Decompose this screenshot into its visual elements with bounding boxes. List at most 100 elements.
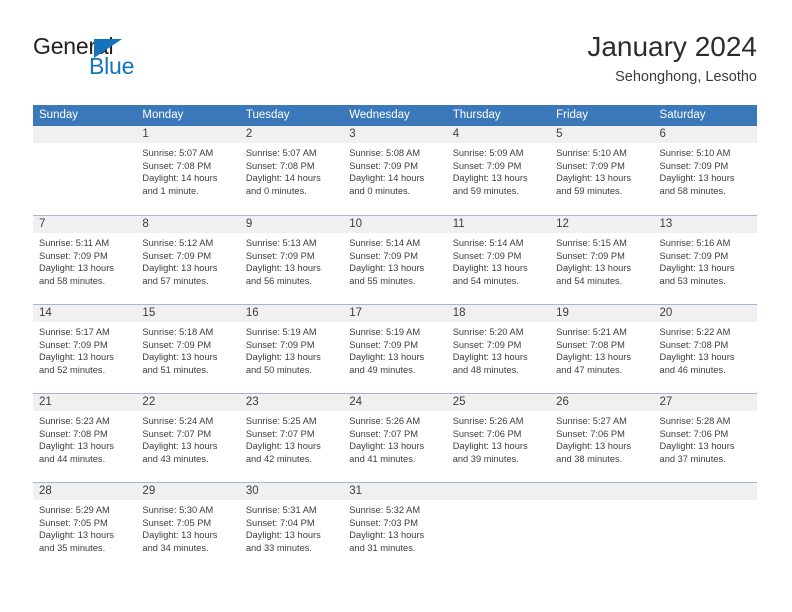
sunrise-text: Sunrise: 5:23 AM <box>39 416 110 426</box>
day-number: 12 <box>550 216 654 233</box>
sunset-text: Sunset: 7:06 PM <box>556 428 625 439</box>
calendar-day-cell[interactable]: 25 Sunrise: 5:26 AM Sunset: 7:06 PM Dayligh… <box>446 394 551 482</box>
sunrise-text: Sunrise: 5:07 AM <box>142 148 214 158</box>
day-number: 23 <box>239 394 344 411</box>
calendar-day-cell[interactable]: 6 Sunrise: 5:10 AM Sunset: 7:09 PM Daylight… <box>653 126 757 215</box>
day-details: Sunrise: 5:30 AM Sunset: 7:05 PM Daylight:… <box>136 500 239 554</box>
calendar-day-cell[interactable]: 27 Sunrise: 5:28 AM Sunset: 7:06 PM Dayligh… <box>653 394 757 482</box>
calendar-day-cell[interactable]: 28 Sunrise: 5:29 AM Sunset: 7:05 PM Dayligh… <box>33 483 137 571</box>
calendar-day-cell[interactable]: 2 Sunrise: 5:07 AM Sunset: 7:08 PM Daylight… <box>239 126 344 215</box>
day-details: Sunrise: 5:25 AM Sunset: 7:07 PM Daylight:… <box>240 411 343 465</box>
sunrise-text: Sunrise: 5:19 AM <box>245 327 317 337</box>
calendar-day-cell[interactable]: 4 Sunrise: 5:09 AM Sunset: 7:09 PM Daylight… <box>446 126 551 215</box>
weekday-sunday: Sunday <box>39 109 79 121</box>
page-title: January 2024 <box>587 31 757 62</box>
calendar-day-cell[interactable]: 3 Sunrise: 5:08 AM Sunset: 7:09 PM Daylight… <box>343 126 447 215</box>
calendar-day-cell[interactable]: 5 Sunrise: 5:10 AM Sunset: 7:09 PM Daylight… <box>550 126 654 215</box>
calendar-day-cell[interactable]: 18 Sunrise: 5:20 AM Sunset: 7:09 PM Dayligh… <box>446 305 551 393</box>
calendar-day-cell[interactable]: 15 Sunrise: 5:18 AM Sunset: 7:09 PM Dayligh… <box>136 305 240 393</box>
day-number: 21 <box>33 394 137 411</box>
calendar-day-cell[interactable]: 1 Sunrise: 5:07 AM Sunset: 7:08 PM Daylight… <box>136 126 240 215</box>
calendar-day-cell[interactable]: 14 Sunrise: 5:17 AM Sunset: 7:09 PM Dayligh… <box>33 305 137 393</box>
daylight-text-line1: Daylight: 13 hours <box>349 352 425 363</box>
day-details: Sunrise: 5:10 AM Sunset: 7:09 PM Daylight:… <box>550 143 653 197</box>
calendar-weeks: 1 Sunrise: 5:07 AM Sunset: 7:08 PM Daylight… <box>33 126 757 571</box>
day-number: 27 <box>653 394 757 411</box>
sunrise-text: Sunrise: 5:09 AM <box>452 148 524 158</box>
logo-text-blue: Blue <box>89 53 135 79</box>
sunset-text: Sunset: 7:09 PM <box>452 160 522 171</box>
calendar-day-cell[interactable]: 23 Sunrise: 5:25 AM Sunset: 7:07 PM Dayligh… <box>239 394 344 482</box>
day-number: 20 <box>653 305 757 322</box>
day-number: 26 <box>550 394 654 411</box>
day-number: 2 <box>239 126 344 143</box>
weekday-thursday: Thursday <box>452 109 501 121</box>
daylight-text-line1: Daylight: 13 hours <box>349 441 425 452</box>
calendar-day-cell[interactable]: 26 Sunrise: 5:27 AM Sunset: 7:06 PM Dayligh… <box>550 394 654 482</box>
day-details: Sunrise: 5:24 AM Sunset: 7:07 PM Daylight:… <box>136 411 239 465</box>
daylight-text-line1: Daylight: 14 hours <box>245 173 321 184</box>
daylight-text-line1: Daylight: 13 hours <box>659 352 735 363</box>
daylight-text-line2: and 38 minutes. <box>556 453 623 464</box>
daylight-text-line1: Daylight: 14 hours <box>142 173 218 184</box>
day-details: Sunrise: 5:17 AM Sunset: 7:09 PM Daylight:… <box>33 322 136 376</box>
day-details: Sunrise: 5:28 AM Sunset: 7:06 PM Daylight:… <box>654 411 757 465</box>
calendar-day-cell[interactable]: 11 Sunrise: 5:14 AM Sunset: 7:09 PM Dayligh… <box>446 216 551 304</box>
sunset-text: Sunset: 7:09 PM <box>245 250 315 261</box>
calendar-day-cell[interactable]: 12 Sunrise: 5:15 AM Sunset: 7:09 PM Dayligh… <box>550 216 654 304</box>
sunset-text: Sunset: 7:09 PM <box>245 339 315 350</box>
weekday-monday: Monday <box>142 109 184 121</box>
weekday-saturday: Saturday <box>659 109 706 121</box>
daylight-text-line2: and 35 minutes. <box>39 542 106 553</box>
sunset-text: Sunset: 7:09 PM <box>39 339 108 350</box>
day-details: Sunrise: 5:07 AM Sunset: 7:08 PM Daylight:… <box>240 143 343 197</box>
calendar-day-cell[interactable]: 8 Sunrise: 5:12 AM Sunset: 7:09 PM Daylight… <box>136 216 240 304</box>
day-number: 8 <box>136 216 240 233</box>
calendar-day-cell[interactable]: 21 Sunrise: 5:23 AM Sunset: 7:08 PM Dayligh… <box>33 394 137 482</box>
sunset-text: Sunset: 7:06 PM <box>452 428 522 439</box>
sunrise-text: Sunrise: 5:30 AM <box>142 505 214 515</box>
calendar-day-cell[interactable]: 20 Sunrise: 5:22 AM Sunset: 7:08 PM Dayligh… <box>653 305 757 393</box>
calendar-day-cell[interactable]: 10 Sunrise: 5:14 AM Sunset: 7:09 PM Dayligh… <box>343 216 447 304</box>
daylight-text-line2: and 0 minutes. <box>349 185 411 196</box>
daylight-text-line2: and 50 minutes. <box>245 364 312 375</box>
weekday-friday: Friday <box>556 109 589 121</box>
day-details: Sunrise: 5:16 AM Sunset: 7:09 PM Daylight:… <box>654 233 757 287</box>
daylight-text-line2: and 52 minutes. <box>39 364 106 375</box>
calendar-day-cell[interactable]: 30 Sunrise: 5:31 AM Sunset: 7:04 PM Dayligh… <box>239 483 344 571</box>
calendar-day-cell[interactable]: 16 Sunrise: 5:19 AM Sunset: 7:09 PM Dayligh… <box>239 305 344 393</box>
calendar-cell-empty <box>550 483 654 571</box>
sunrise-text: Sunrise: 5:27 AM <box>556 416 627 426</box>
sunrise-text: Sunrise: 5:10 AM <box>556 148 627 158</box>
calendar-day-cell[interactable]: 13 Sunrise: 5:16 AM Sunset: 7:09 PM Dayligh… <box>653 216 757 304</box>
calendar-day-cell[interactable]: 29 Sunrise: 5:30 AM Sunset: 7:05 PM Dayligh… <box>136 483 240 571</box>
sunrise-text: Sunrise: 5:07 AM <box>245 148 317 158</box>
calendar-day-cell[interactable]: 19 Sunrise: 5:21 AM Sunset: 7:08 PM Dayligh… <box>550 305 654 393</box>
sunset-text: Sunset: 7:09 PM <box>39 250 108 261</box>
daylight-text-line2: and 55 minutes. <box>349 275 416 286</box>
sunrise-text: Sunrise: 5:14 AM <box>349 238 421 248</box>
day-number: 24 <box>343 394 447 411</box>
calendar-day-cell[interactable]: 9 Sunrise: 5:13 AM Sunset: 7:09 PM Daylight… <box>239 216 344 304</box>
day-number: 1 <box>136 126 240 143</box>
weekday-tuesday: Tuesday <box>245 109 290 121</box>
daylight-text-line2: and 59 minutes. <box>556 185 623 196</box>
sunset-text: Sunset: 7:09 PM <box>659 250 729 261</box>
general-blue-logo[interactable]: General Blue <box>33 35 253 95</box>
calendar-day-cell[interactable]: 31 Sunrise: 5:32 AM Sunset: 7:03 PM Dayligh… <box>343 483 447 571</box>
calendar-day-cell[interactable]: 17 Sunrise: 5:19 AM Sunset: 7:09 PM Dayligh… <box>343 305 447 393</box>
sunset-text: Sunset: 7:08 PM <box>39 428 108 439</box>
calendar-day-cell[interactable]: 22 Sunrise: 5:24 AM Sunset: 7:07 PM Dayligh… <box>136 394 240 482</box>
day-details: Sunrise: 5:12 AM Sunset: 7:09 PM Daylight:… <box>136 233 239 287</box>
daylight-text-line2: and 46 minutes. <box>659 364 726 375</box>
calendar-week-row: 28 Sunrise: 5:29 AM Sunset: 7:05 PM Dayligh… <box>33 482 757 571</box>
calendar-day-cell[interactable]: 7 Sunrise: 5:11 AM Sunset: 7:09 PM Daylight… <box>33 216 137 304</box>
day-number: 7 <box>33 216 137 233</box>
sunset-text: Sunset: 7:09 PM <box>349 160 418 171</box>
calendar-cell-empty <box>33 126 137 215</box>
daylight-text-line1: Daylight: 13 hours <box>245 441 321 452</box>
daylight-text-line1: Daylight: 13 hours <box>142 441 218 452</box>
daylight-text-line2: and 33 minutes. <box>245 542 312 553</box>
daylight-text-line2: and 56 minutes. <box>245 275 312 286</box>
calendar-day-cell[interactable]: 24 Sunrise: 5:26 AM Sunset: 7:07 PM Dayligh… <box>343 394 447 482</box>
